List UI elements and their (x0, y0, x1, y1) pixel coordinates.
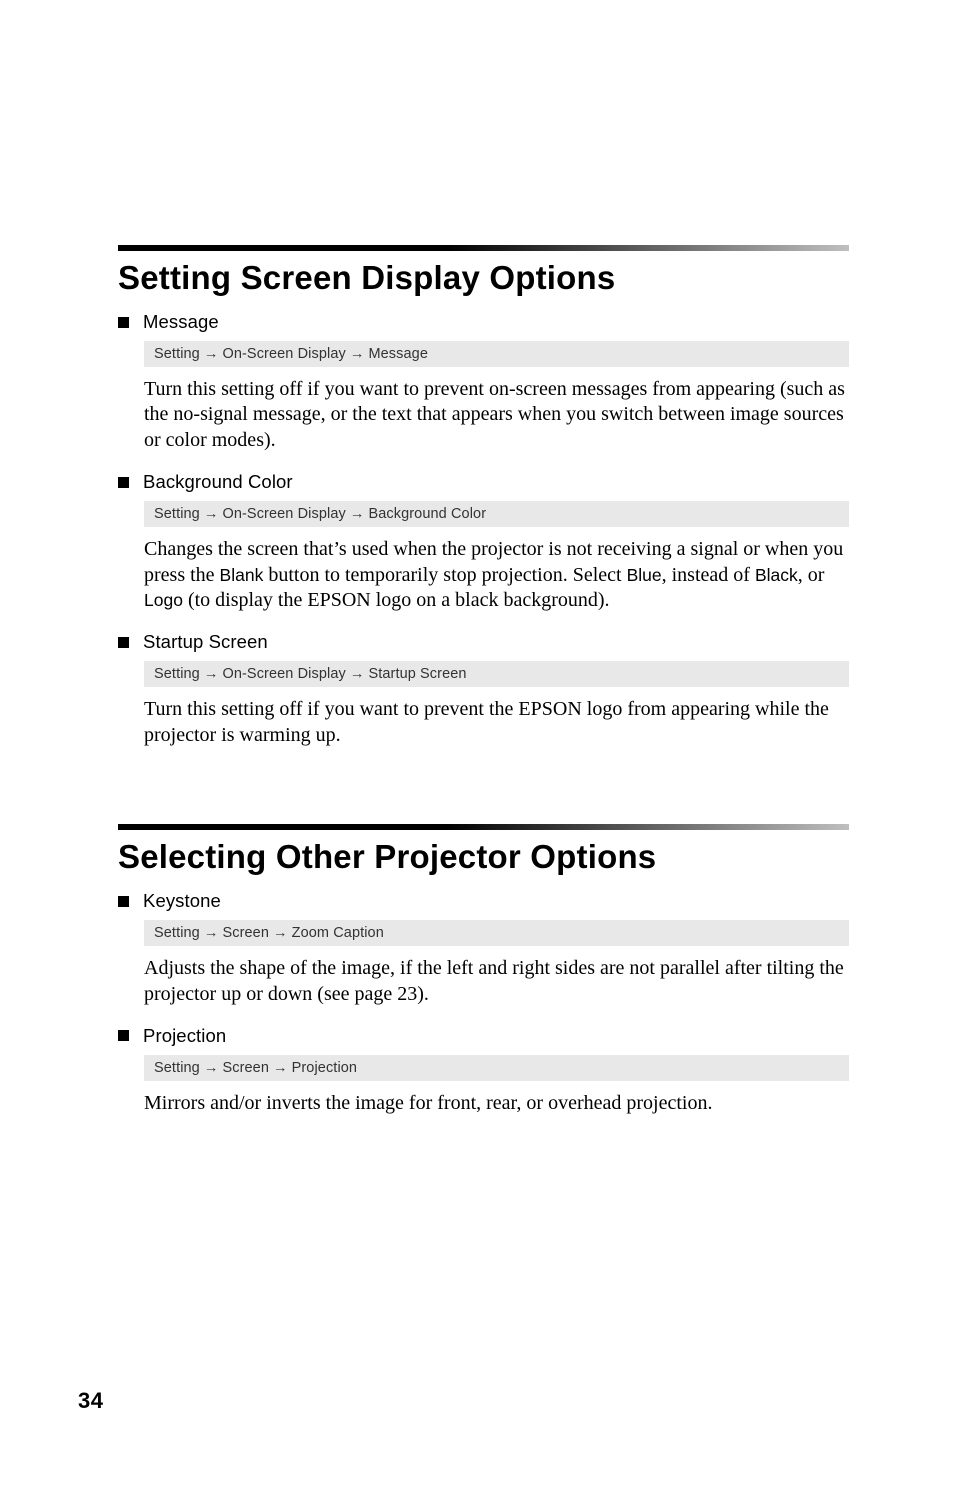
item-title: Startup Screen (143, 631, 268, 653)
setting-item: MessageSetting→On-Screen Display→Message… (118, 311, 849, 453)
section-title: Selecting Other Projector Options (118, 838, 849, 876)
item-description: Changes the screen that’s used when the … (144, 537, 849, 613)
section-rule (118, 824, 849, 830)
item-description: Mirrors and/or inverts the image for fro… (144, 1091, 849, 1116)
item-title: Background Color (143, 471, 293, 493)
arrow-right-icon: → (200, 666, 223, 682)
page-number: 34 (78, 1388, 103, 1414)
item-title: Keystone (143, 890, 221, 912)
section-rule (118, 245, 849, 251)
menu-path-segment: Message (368, 346, 428, 362)
arrow-right-icon: → (200, 925, 223, 941)
arrow-right-icon: → (269, 1060, 292, 1076)
menu-path-segment: On-Screen Display (222, 506, 345, 522)
menu-path-segment: Background Color (368, 506, 486, 522)
item-description: Turn this setting off if you want to pre… (144, 377, 849, 453)
arrow-right-icon: → (346, 506, 369, 522)
menu-path-segment: Setting (154, 666, 200, 682)
menu-path-segment: Projection (292, 1060, 357, 1076)
setting-item: ProjectionSetting→Screen→ProjectionMirro… (118, 1025, 849, 1116)
menu-path: Setting→On-Screen Display→Startup Screen (144, 661, 849, 687)
menu-path-segment: Zoom Caption (292, 925, 384, 941)
menu-path-segment: Setting (154, 925, 200, 941)
item-title: Message (143, 311, 219, 333)
item-title: Projection (143, 1025, 226, 1047)
arrow-right-icon: → (269, 925, 292, 941)
square-bullet-icon (118, 317, 129, 328)
menu-path-segment: Setting (154, 346, 200, 362)
section-title: Setting Screen Display Options (118, 259, 849, 297)
item-description: Turn this setting off if you want to pre… (144, 697, 849, 748)
arrow-right-icon: → (346, 666, 369, 682)
arrow-right-icon: → (200, 506, 223, 522)
menu-path-segment: Screen (222, 1060, 269, 1076)
menu-path-segment: Startup Screen (368, 666, 466, 682)
setting-item: Startup ScreenSetting→On-Screen Display→… (118, 631, 849, 748)
menu-path-segment: On-Screen Display (222, 666, 345, 682)
menu-path: Setting→Screen→Zoom Caption (144, 920, 849, 946)
square-bullet-icon (118, 477, 129, 488)
item-description: Adjusts the shape of the image, if the l… (144, 956, 849, 1007)
square-bullet-icon (118, 1030, 129, 1041)
menu-path-segment: Setting (154, 1060, 200, 1076)
menu-path: Setting→Screen→Projection (144, 1055, 849, 1081)
menu-path: Setting→On-Screen Display→Background Col… (144, 501, 849, 527)
menu-path: Setting→On-Screen Display→Message (144, 341, 849, 367)
menu-path-segment: Setting (154, 506, 200, 522)
arrow-right-icon: → (346, 346, 369, 362)
menu-path-segment: Screen (222, 925, 269, 941)
arrow-right-icon: → (200, 346, 223, 362)
square-bullet-icon (118, 896, 129, 907)
square-bullet-icon (118, 637, 129, 648)
setting-item: KeystoneSetting→Screen→Zoom CaptionAdjus… (118, 890, 849, 1007)
setting-item: Background ColorSetting→On-Screen Displa… (118, 471, 849, 613)
arrow-right-icon: → (200, 1060, 223, 1076)
menu-path-segment: On-Screen Display (222, 346, 345, 362)
